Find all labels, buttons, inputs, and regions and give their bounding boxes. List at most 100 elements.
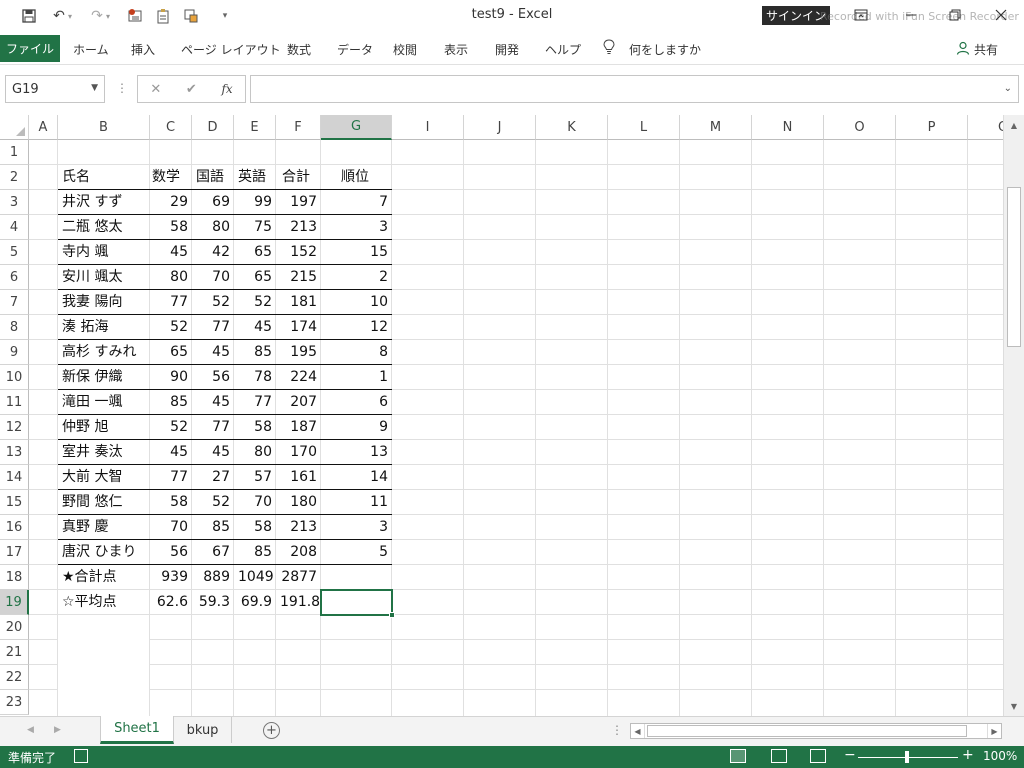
horizontal-scroll-thumb[interactable]	[647, 725, 967, 737]
record-total-cell[interactable]: 213	[276, 515, 321, 540]
record-total-cell[interactable]: 152	[276, 240, 321, 265]
column-header-q[interactable]: Q	[968, 115, 1003, 140]
record-rank-cell[interactable]: 10	[321, 290, 392, 315]
row-header-18[interactable]: 18	[0, 565, 29, 590]
tab-help[interactable]: ヘルプ	[545, 41, 581, 58]
scroll-up-icon[interactable]: ▲	[1004, 115, 1024, 135]
column-header-g[interactable]: G	[321, 115, 392, 140]
record-japanese-cell[interactable]: 80	[192, 215, 234, 240]
record-rank-cell[interactable]: 1	[321, 365, 392, 390]
record-english-cell[interactable]: 85	[234, 340, 276, 365]
header-rank[interactable]: 順位	[321, 165, 392, 190]
record-total-cell[interactable]: 180	[276, 490, 321, 515]
record-rank-cell[interactable]: 14	[321, 465, 392, 490]
record-math-cell[interactable]: 58	[150, 215, 192, 240]
column-header-f[interactable]: F	[276, 115, 321, 140]
record-japanese-cell[interactable]: 27	[192, 465, 234, 490]
summary-english-cell[interactable]: 69.9	[234, 590, 276, 615]
record-math-cell[interactable]: 90	[150, 365, 192, 390]
header-total[interactable]: 合計	[276, 165, 321, 190]
record-total-cell[interactable]: 215	[276, 265, 321, 290]
expand-formula-bar-icon[interactable]: ⌄	[1004, 83, 1012, 94]
row-header-6[interactable]: 6	[0, 265, 29, 290]
record-math-cell[interactable]: 70	[150, 515, 192, 540]
record-english-cell[interactable]: 75	[234, 215, 276, 240]
add-sheet-icon[interactable]: +	[263, 722, 280, 739]
column-header-k[interactable]: K	[536, 115, 608, 140]
column-header-j[interactable]: J	[464, 115, 536, 140]
enter-icon[interactable]: ✔	[186, 82, 197, 97]
column-header-e[interactable]: E	[234, 115, 276, 140]
row-header-13[interactable]: 13	[0, 440, 29, 465]
tab-page-layout[interactable]: ページ レイアウト	[181, 41, 281, 58]
minimize-icon[interactable]	[896, 4, 926, 26]
record-total-cell[interactable]: 174	[276, 315, 321, 340]
row-header-19[interactable]: 19	[0, 590, 29, 615]
normal-view-icon[interactable]	[730, 749, 746, 763]
fill-handle[interactable]	[389, 612, 395, 618]
record-rank-cell[interactable]: 3	[321, 515, 392, 540]
record-name-cell[interactable]: 唐沢 ひまり	[58, 540, 150, 565]
row-header-9[interactable]: 9	[0, 340, 29, 365]
record-japanese-cell[interactable]: 67	[192, 540, 234, 565]
row-header-22[interactable]: 22	[0, 665, 29, 690]
row-header-3[interactable]: 3	[0, 190, 29, 215]
summary-japanese-cell[interactable]: 59.3	[192, 590, 234, 615]
record-rank-cell[interactable]: 9	[321, 415, 392, 440]
record-english-cell[interactable]: 80	[234, 440, 276, 465]
row-header-15[interactable]: 15	[0, 490, 29, 515]
record-name-cell[interactable]: 仲野 旭	[58, 415, 150, 440]
formula-input[interactable]: ⌄	[250, 75, 1019, 103]
record-english-cell[interactable]: 52	[234, 290, 276, 315]
record-japanese-cell[interactable]: 42	[192, 240, 234, 265]
record-english-cell[interactable]: 85	[234, 540, 276, 565]
row-header-5[interactable]: 5	[0, 240, 29, 265]
tell-me-search[interactable]: 何をしますか	[629, 41, 701, 58]
record-total-cell[interactable]: 187	[276, 415, 321, 440]
record-total-cell[interactable]: 170	[276, 440, 321, 465]
zoom-slider-thumb[interactable]	[905, 751, 909, 763]
summary-name-cell[interactable]: ★合計点	[58, 565, 158, 590]
column-header-p[interactable]: P	[896, 115, 968, 140]
row-header-7[interactable]: 7	[0, 290, 29, 315]
record-math-cell[interactable]: 52	[150, 315, 192, 340]
column-header-o[interactable]: O	[824, 115, 896, 140]
summary-name-cell[interactable]: ☆平均点	[58, 590, 158, 615]
zoom-out-icon[interactable]: −	[844, 747, 856, 763]
record-name-cell[interactable]: 真野 慶	[58, 515, 150, 540]
record-name-cell[interactable]: 安川 颯太	[58, 265, 150, 290]
record-name-cell[interactable]: 大前 大智	[58, 465, 150, 490]
record-name-cell[interactable]: 寺内 颯	[58, 240, 150, 265]
restore-icon[interactable]	[940, 4, 970, 26]
record-total-cell[interactable]: 161	[276, 465, 321, 490]
record-rank-cell[interactable]: 11	[321, 490, 392, 515]
record-total-cell[interactable]: 181	[276, 290, 321, 315]
next-sheet-icon[interactable]: ▶	[54, 725, 61, 735]
column-header-a[interactable]: A	[29, 115, 58, 140]
record-japanese-cell[interactable]: 56	[192, 365, 234, 390]
summary-total-cell[interactable]: 191.8	[276, 590, 321, 615]
record-math-cell[interactable]: 29	[150, 190, 192, 215]
share-button[interactable]: 共有	[956, 41, 998, 58]
scroll-left-icon[interactable]: ◀	[631, 724, 645, 738]
horizontal-scrollbar[interactable]: ◀ ▶	[630, 723, 1002, 739]
record-name-cell[interactable]: 井沢 すず	[58, 190, 150, 215]
row-header-20[interactable]: 20	[0, 615, 29, 640]
record-rank-cell[interactable]: 6	[321, 390, 392, 415]
scroll-right-icon[interactable]: ▶	[987, 724, 1001, 738]
tab-file[interactable]: ファイル	[0, 35, 60, 62]
row-header-21[interactable]: 21	[0, 640, 29, 665]
header-japanese[interactable]: 国語	[192, 165, 234, 190]
column-header-b[interactable]: B	[58, 115, 150, 140]
record-japanese-cell[interactable]: 45	[192, 390, 234, 415]
row-header-11[interactable]: 11	[0, 390, 29, 415]
insert-function-icon[interactable]: fx	[221, 82, 232, 96]
record-math-cell[interactable]: 52	[150, 415, 192, 440]
row-header-10[interactable]: 10	[0, 365, 29, 390]
record-rank-cell[interactable]: 13	[321, 440, 392, 465]
summary-japanese-cell[interactable]: 889	[192, 565, 234, 590]
tab-home[interactable]: ホーム	[73, 41, 109, 58]
worksheet-grid[interactable]: A B C D E F G I J K L M N O P Q 1 2 3 4 …	[0, 115, 1003, 716]
header-math[interactable]: 数学	[150, 165, 192, 190]
close-icon[interactable]	[986, 4, 1016, 26]
